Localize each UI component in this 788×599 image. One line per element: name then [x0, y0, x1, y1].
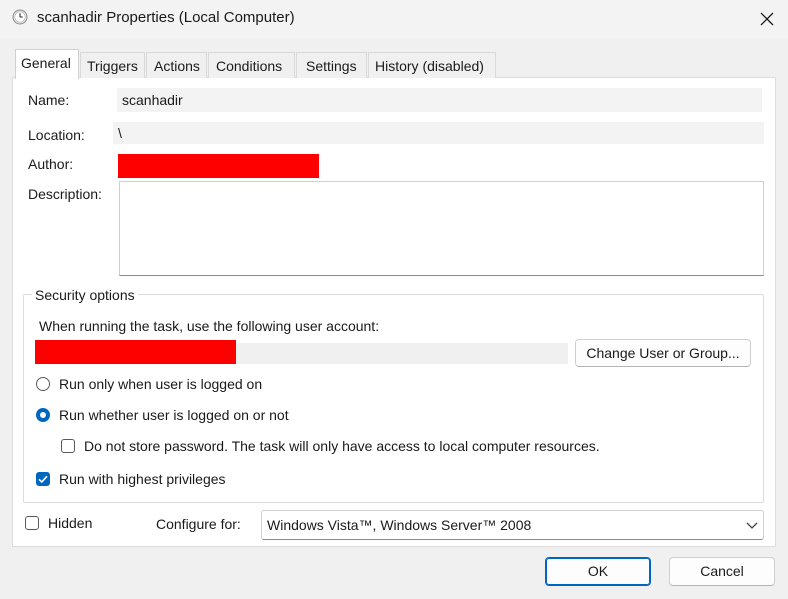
tab-conditions[interactable]: Conditions [208, 52, 295, 78]
security-options-title: Security options [32, 287, 138, 303]
checkmark-icon [38, 475, 48, 484]
tab-history[interactable]: History (disabled) [368, 52, 496, 78]
do-not-store-password-checkbox[interactable] [61, 439, 75, 453]
window-title: scanhadir Properties (Local Computer) [37, 9, 295, 26]
hidden-checkbox[interactable] [25, 516, 39, 530]
tab-settings[interactable]: Settings [296, 52, 367, 78]
do-not-store-password-label[interactable]: Do not store password. The task will onl… [84, 438, 600, 454]
close-icon [760, 12, 774, 26]
radio-run-only-logged-on-label[interactable]: Run only when user is logged on [59, 376, 262, 392]
change-user-or-group-button[interactable]: Change User or Group... [575, 339, 751, 367]
name-label: Name: [28, 92, 70, 108]
configure-for-label: Configure for: [156, 516, 241, 532]
location-field[interactable]: \ [113, 122, 764, 144]
author-label: Author: [28, 156, 74, 172]
radio-run-only-logged-on[interactable] [36, 377, 50, 391]
tab-actions[interactable]: Actions [146, 52, 207, 78]
user-account-redaction [35, 340, 236, 364]
clock-icon [12, 9, 28, 25]
close-button[interactable] [752, 4, 782, 34]
chevron-down-icon [746, 522, 758, 529]
author-redaction [118, 154, 319, 178]
description-label: Description: [28, 186, 102, 202]
description-textarea[interactable] [119, 181, 764, 276]
user-account-prompt: When running the task, use the following… [39, 318, 380, 334]
configure-for-value: Windows Vista™, Windows Server™ 2008 [267, 517, 532, 533]
name-field[interactable]: scanhadir [117, 88, 762, 112]
radio-run-whether-logged-on-label[interactable]: Run whether user is logged on or not [59, 407, 289, 423]
radio-run-whether-logged-on[interactable] [36, 408, 50, 422]
cancel-button[interactable]: Cancel [669, 557, 775, 586]
configure-for-dropdown[interactable]: Windows Vista™, Windows Server™ 2008 [261, 510, 764, 540]
ok-button[interactable]: OK [545, 557, 651, 586]
run-with-highest-privileges-checkbox[interactable] [36, 472, 50, 486]
hidden-label[interactable]: Hidden [48, 515, 92, 531]
run-with-highest-privileges-label[interactable]: Run with highest privileges [59, 471, 226, 487]
location-label: Location: [28, 127, 85, 143]
tab-general[interactable]: General [15, 49, 79, 79]
tab-triggers[interactable]: Triggers [80, 52, 145, 78]
